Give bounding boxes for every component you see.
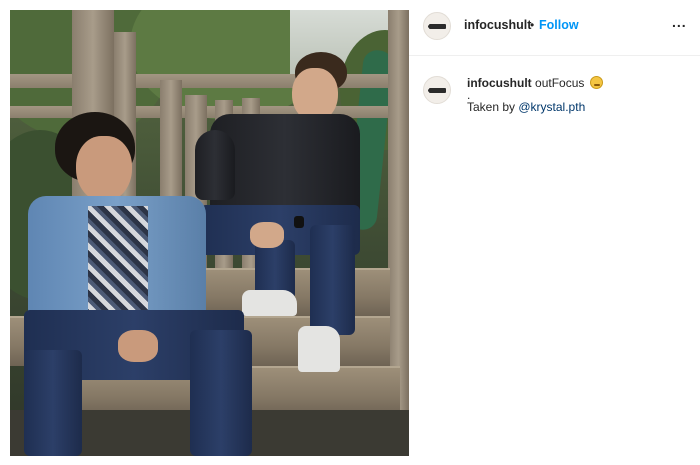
sneaker [242, 290, 297, 316]
playground-rail [10, 74, 409, 88]
follow-button[interactable]: Follow [539, 18, 579, 32]
arm [195, 130, 235, 200]
account-username-link[interactable]: infocushult [464, 18, 531, 32]
brand-logo-icon [428, 24, 446, 29]
jeans-leg [310, 225, 355, 335]
account-avatar[interactable] [423, 12, 451, 40]
taken-by-label: Taken by [467, 100, 519, 114]
printed-shirt [88, 206, 148, 316]
sneaker [298, 326, 340, 372]
brand-logo-icon [428, 88, 446, 93]
playground-post [388, 10, 409, 410]
photographer-mention-link[interactable]: @krystal.pth [518, 100, 585, 114]
hand [250, 222, 284, 248]
post-sidebar: infocushult • Follow ... infocushult out… [409, 0, 700, 465]
face [76, 136, 132, 202]
more-options-icon[interactable]: ... [672, 14, 687, 30]
wristwatch [294, 216, 304, 228]
jeans-leg [190, 330, 252, 456]
caption-avatar[interactable] [423, 76, 451, 104]
hand [118, 330, 158, 362]
caption-text: outFocus [535, 76, 585, 90]
post-photo[interactable] [10, 10, 409, 456]
caption-dot-line: . [467, 88, 471, 102]
post-header: infocushult • Follow ... [409, 0, 700, 56]
caption-username-link[interactable]: infocushult [467, 76, 532, 90]
smiling-face-emoji-icon [589, 76, 603, 89]
separator-dot: • [530, 18, 535, 32]
jeans-leg [24, 350, 82, 456]
caption-line: infocushult outFocus [467, 76, 692, 91]
caption-credit: Taken by @krystal.pth [467, 100, 692, 115]
post-caption: infocushult outFocus . Taken by @krystal… [467, 76, 692, 115]
